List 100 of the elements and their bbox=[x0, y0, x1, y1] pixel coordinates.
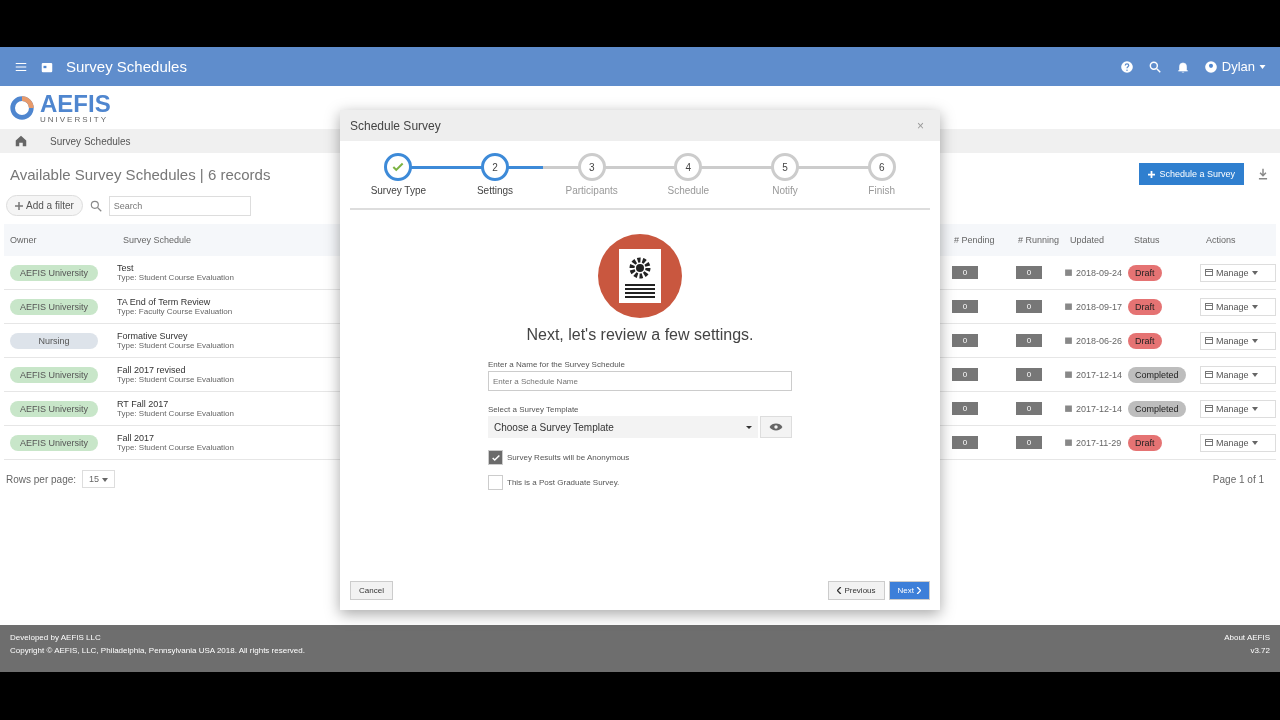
schedule-survey-button[interactable]: Schedule a Survey bbox=[1139, 163, 1244, 185]
plus-icon bbox=[15, 201, 23, 210]
step-label: Participants bbox=[565, 185, 618, 196]
cancel-button[interactable]: Cancel bbox=[350, 581, 393, 600]
owner-tag: AEFIS University bbox=[10, 264, 98, 281]
plus-icon bbox=[1148, 170, 1156, 178]
step-label: Finish bbox=[868, 185, 895, 196]
developed-by-text: Developed by AEFIS LLC bbox=[10, 633, 102, 642]
step-circle[interactable]: 5 bbox=[771, 153, 799, 181]
manage-button[interactable]: Manage bbox=[1200, 331, 1276, 350]
running-count: 0 bbox=[1016, 436, 1042, 449]
rows-per-page-select[interactable]: 15 bbox=[82, 470, 115, 488]
copyright-text: Copyright © AEFIS, LLC, Philadelphia, Pennsylvania USA 2018. All rights reserved. bbox=[10, 646, 305, 655]
column-header[interactable]: Status bbox=[1128, 235, 1200, 245]
caret-icon bbox=[1251, 440, 1258, 445]
calendar-icon bbox=[1064, 438, 1073, 447]
checkbox-label: This is a Post Graduate Survey. bbox=[507, 478, 620, 487]
bell-icon[interactable] bbox=[1175, 59, 1190, 74]
add-filter-button[interactable]: Add a filter bbox=[6, 195, 83, 216]
status-tag: Draft bbox=[1128, 434, 1162, 451]
caret-icon bbox=[1251, 338, 1258, 343]
download-icon[interactable] bbox=[1256, 167, 1270, 181]
schedule-type: Type: Student Course Evaluation bbox=[117, 409, 235, 418]
gear-document-icon bbox=[619, 249, 661, 303]
search-field[interactable]: Search bbox=[108, 195, 251, 216]
pending-count: 0 bbox=[952, 300, 978, 313]
calendar-icon bbox=[1064, 302, 1073, 311]
running-count: 0 bbox=[1016, 266, 1042, 279]
column-header[interactable]: Owner bbox=[4, 235, 117, 245]
owner-tag: AEFIS University bbox=[10, 366, 98, 383]
user-icon bbox=[1203, 59, 1218, 74]
calendar-icon bbox=[1064, 268, 1073, 277]
running-count: 0 bbox=[1016, 334, 1042, 347]
step-heading: Next, let's review a few settings. bbox=[526, 326, 754, 344]
column-header[interactable]: # Running bbox=[1012, 235, 1064, 245]
pending-count: 0 bbox=[952, 368, 978, 381]
about-link[interactable]: About AEFIS bbox=[1224, 633, 1270, 642]
column-header[interactable]: Updated bbox=[1064, 235, 1128, 245]
caret-icon bbox=[1259, 64, 1266, 69]
checkbox[interactable] bbox=[488, 450, 503, 465]
status-tag: Completed bbox=[1128, 366, 1186, 383]
caret-icon bbox=[1251, 406, 1258, 411]
updated-date: 2018-09-24 bbox=[1076, 267, 1123, 278]
calendar-icon bbox=[1064, 404, 1073, 413]
status-tag: Draft bbox=[1128, 298, 1162, 315]
step-label: Notify bbox=[772, 185, 798, 196]
home-icon[interactable] bbox=[14, 134, 28, 148]
schedule-type: Type: Student Course Evaluation bbox=[117, 375, 235, 384]
eye-icon bbox=[769, 422, 783, 432]
step-label: Schedule bbox=[667, 185, 710, 196]
next-button[interactable]: Next bbox=[888, 581, 930, 600]
search-icon[interactable] bbox=[1147, 59, 1162, 74]
running-count: 0 bbox=[1016, 300, 1042, 313]
previous-button[interactable]: Previous bbox=[828, 581, 885, 600]
step-circle[interactable]: 4 bbox=[674, 153, 703, 181]
help-icon[interactable] bbox=[1119, 59, 1134, 74]
panel-icon bbox=[1205, 269, 1213, 276]
step-circle[interactable]: 6 bbox=[867, 153, 896, 181]
breadcrumb-link[interactable]: Survey Schedules bbox=[50, 135, 131, 147]
manage-button[interactable]: Manage bbox=[1200, 297, 1276, 316]
calendar-icon bbox=[1064, 370, 1073, 379]
schedule-type: Type: Faculty Course Evaluation bbox=[117, 307, 234, 316]
step-circle[interactable]: 2 bbox=[481, 153, 509, 181]
field-label: Enter a Name for the Survey Schedule bbox=[488, 360, 626, 369]
app-title: Survey Schedules bbox=[66, 58, 187, 75]
calendar-icon bbox=[1064, 336, 1073, 345]
dialog-title: Schedule Survey bbox=[350, 118, 441, 133]
chevron-left-icon bbox=[837, 587, 843, 594]
preview-button[interactable] bbox=[760, 416, 792, 438]
schedule-name-field[interactable]: Enter a Schedule Name bbox=[488, 371, 792, 391]
check-icon bbox=[391, 160, 406, 174]
pending-count: 0 bbox=[952, 266, 978, 279]
chevron-right-icon bbox=[916, 587, 921, 594]
updated-date: 2017-12-14 bbox=[1076, 403, 1123, 414]
owner-tag: AEFIS University bbox=[10, 400, 98, 417]
pending-count: 0 bbox=[952, 436, 978, 449]
step-circle[interactable] bbox=[384, 153, 413, 181]
manage-button[interactable]: Manage bbox=[1200, 399, 1276, 418]
caret-icon bbox=[1251, 270, 1258, 275]
check-icon bbox=[490, 452, 501, 463]
manage-button[interactable]: Manage bbox=[1200, 433, 1276, 452]
panel-icon bbox=[1205, 405, 1213, 412]
search-icon bbox=[88, 198, 103, 213]
column-header[interactable]: Actions bbox=[1200, 235, 1276, 245]
column-header[interactable]: # Pending bbox=[948, 235, 1012, 245]
manage-button[interactable]: Manage bbox=[1200, 365, 1276, 384]
step-circle[interactable]: 3 bbox=[577, 153, 606, 181]
panel-icon bbox=[1205, 303, 1213, 310]
owner-tag: AEFIS University bbox=[10, 298, 98, 315]
checkbox-label: Survey Results will be Anonymous bbox=[507, 453, 630, 462]
updated-date: 2018-09-17 bbox=[1076, 301, 1123, 312]
manage-button[interactable]: Manage bbox=[1200, 263, 1276, 282]
caret-icon bbox=[1251, 372, 1258, 377]
page-heading: Available Survey Schedules | 6 records bbox=[10, 165, 271, 183]
version-text: v3.72 bbox=[1250, 646, 1270, 655]
step-label: Survey Type bbox=[370, 185, 427, 196]
checkbox[interactable] bbox=[488, 475, 503, 490]
logo-subtitle: UNIVERSITY bbox=[40, 115, 109, 124]
template-select[interactable]: Choose a Survey Template bbox=[488, 416, 758, 438]
updated-date: 2018-06-26 bbox=[1076, 335, 1123, 346]
